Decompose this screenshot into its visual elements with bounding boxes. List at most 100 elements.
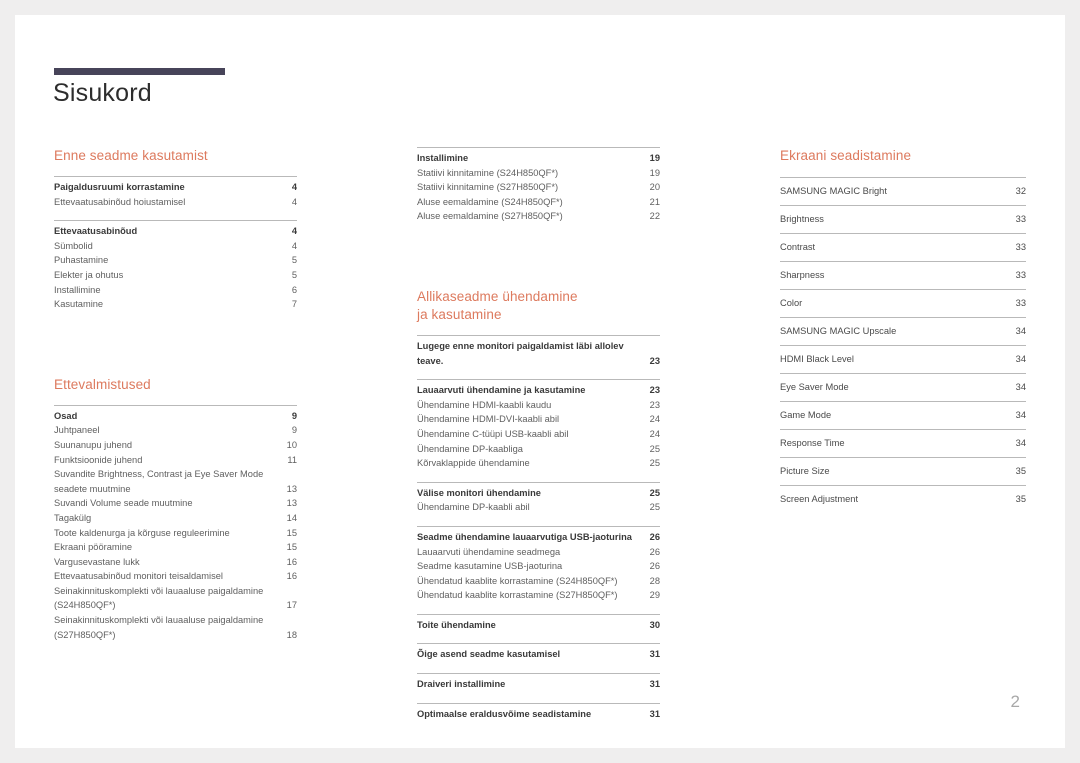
toc-entry[interactable]: Sharpness 33 [780,261,1026,289]
toc-entry[interactable]: Color 33 [780,289,1026,317]
toc-entry[interactable]: Picture Size 35 [780,457,1026,485]
toc-entry[interactable]: Aluse eemaldamine (S27H850QF*) 22 [417,209,660,224]
toc-entry[interactable]: Ettevaatusabinõud hoiustamisel 4 [54,195,297,210]
toc-entry-label: Suvandite Brightness, Contrast ja Eye Sa… [54,469,264,494]
toc-entry-label: Contrast [780,242,816,252]
toc-entry[interactable]: HDMI Black Level 34 [780,345,1026,373]
toc-entry[interactable]: Response Time 34 [780,429,1026,457]
toc-entry-label: Lauaarvuti ühendamine seadmega [417,546,561,557]
toc-entry[interactable]: Ühendamine HDMI-DVI-kaabli abil 24 [417,412,660,427]
toc-entry-page: 15 [286,542,297,553]
toc-entry-page: 32 [1015,186,1026,196]
toc-entry-label: Installimine [417,153,469,163]
page-number: 2 [1010,692,1020,711]
toc-entry-page: 30 [649,619,660,630]
toc-entry[interactable]: Elekter ja ohutus 5 [54,268,297,283]
toc-entry[interactable]: Installimine 19 [417,151,660,166]
document-page: Sisukord Enne seadme kasutamist Paigaldus… [15,15,1065,748]
toc-entry[interactable]: Ühendamine C-tüüpi USB-kaabli abil 24 [417,427,660,442]
toc-entry[interactable]: Seinakinnituskomplekti või lauaaluse pai… [54,584,297,613]
toc-entry[interactable]: Ühendamine DP-kaabliga 25 [417,442,660,457]
toc-entry[interactable]: Ühendamine DP-kaabli abil 25 [417,500,660,515]
toc-entry[interactable]: Puhastamine 5 [54,253,297,268]
toc-entry-page: 5 [291,269,297,280]
toc-entry[interactable]: Ettevaatusabinõud 4 [54,224,297,239]
toc-entry-label: Draiveri installimine [417,679,506,690]
toc-entry[interactable]: Osad 9 [54,409,297,424]
toc-entry[interactable]: Eye Saver Mode 34 [780,373,1026,401]
toc-entry[interactable]: Seinakinnituskomplekti või lauaaluse pai… [54,613,297,642]
toc-entry-label: Color [780,298,803,308]
toc-entry[interactable]: Lauaarvuti ühendamine ja kasutamine 23 [417,383,660,398]
toc-entry-page: 29 [649,590,660,601]
toc-entry-label: Ettevaatusabinõud monitori teisaldamisel [54,571,223,582]
toc-entry[interactable]: Kasutamine 7 [54,297,297,312]
toc-entry[interactable]: Kõrvaklappide ühendamine 25 [417,456,660,471]
toc-entry-page: 19 [649,167,660,178]
toc-entry-label: SAMSUNG MAGIC Upscale [780,326,897,336]
toc-entry[interactable]: Ekraani pööramine 15 [54,540,297,555]
section-heading: Enne seadme kasutamist [54,148,208,163]
toc-entry[interactable]: Suvandi Volume seade muutmine 13 [54,496,297,511]
toc-entry-page: 31 [649,649,660,660]
toc-group: Lugege enne monitori paigaldamist läbi a… [417,334,660,368]
toc-entry-label: Brightness [780,214,824,224]
toc-entry-page: 26 [649,531,660,542]
toc-entry-page: 11 [287,454,297,465]
toc-entry-page: 33 [1015,242,1026,252]
toc-entry[interactable]: Tagakülg 14 [54,511,297,526]
toc-entry[interactable]: SAMSUNG MAGIC Bright 32 [780,177,1026,205]
toc-entry[interactable]: SAMSUNG MAGIC Upscale 34 [780,317,1026,345]
toc-column-2: Installimine 19 Statiivi kinnitamine (S24H… [417,147,660,732]
toc-entry[interactable]: Vargusevastane lukk 16 [54,555,297,570]
toc-entry-label: Ühendamine C-tüüpi USB-kaabli abil [417,428,569,439]
toc-entry[interactable]: Toote kaldenurga ja kõrguse reguleerimin… [54,526,297,541]
toc-entry[interactable]: Screen Adjustment 35 [780,485,1026,513]
toc-group: Õige asend seadme kasutamisel 31 [417,643,660,662]
toc-entry[interactable]: Juhtpaneel 9 [54,423,297,438]
toc-entry[interactable]: Suvandite Brightness, Contrast ja Eye Sa… [54,467,297,496]
toc-entry-label: Ettevaatusabinõud hoiustamisel [54,196,186,207]
toc-entry[interactable]: Aluse eemaldamine (S24H850QF*) 21 [417,195,660,210]
toc-entry-page: 34 [1015,354,1026,364]
toc-entry[interactable]: Ettevaatusabinõud monitori teisaldamisel… [54,569,297,584]
toc-entry-label: Vargusevastane lukk [54,556,140,567]
toc-entry-label: Statiivi kinnitamine (S24H850QF*) [417,167,559,178]
toc-entry[interactable]: Toite ühendamine 30 [417,618,660,633]
toc-entry[interactable]: Draiveri installimine 31 [417,677,660,692]
toc-entry[interactable]: Ühendamine HDMI-kaabli kaudu 23 [417,398,660,413]
toc-entry[interactable]: Statiivi kinnitamine (S27H850QF*) 20 [417,180,660,195]
toc-entry[interactable]: Välise monitori ühendamine 25 [417,486,660,501]
toc-entry[interactable]: Funktsioonide juhend 11 [54,453,297,468]
toc-entry[interactable]: Ühendatud kaablite korrastamine (S27H850… [417,588,660,603]
toc-entry-page: 22 [649,211,660,222]
toc-entry-page: 33 [1015,270,1026,280]
toc-entry-page: 25 [649,502,660,513]
toc-entry[interactable]: Suunanupu juhend 10 [54,438,297,453]
toc-entry-label: Sharpness [780,270,825,280]
toc-entry-page: 24 [649,414,660,425]
toc-entry[interactable]: Contrast 33 [780,233,1026,261]
toc-entry-page: 20 [649,182,660,193]
toc-entry[interactable]: Optimaalse eraldusvõime seadistamine 31 [417,707,660,722]
toc-entry[interactable]: Paigaldusruumi korrastamine 4 [54,180,297,195]
toc-entry-page: 6 [291,284,297,295]
toc-entry[interactable]: Statiivi kinnitamine (S24H850QF*) 19 [417,166,660,181]
toc-entry[interactable]: Game Mode 34 [780,401,1026,429]
toc-entry-label: Suvandi Volume seade muutmine [54,498,193,509]
toc-entry[interactable]: Seadme kasutamine USB-jaoturina 26 [417,559,660,574]
toc-entry[interactable]: Brightness 33 [780,205,1026,233]
toc-entry[interactable]: Ühendatud kaablite korrastamine (S24H850… [417,574,660,589]
toc-entry[interactable]: Installimine 6 [54,283,297,298]
toc-entry[interactable]: Lugege enne monitori paigaldamist läbi a… [417,339,660,368]
toc-entry-page: 15 [286,527,297,538]
toc-entry[interactable]: Lauaarvuti ühendamine seadmega 26 [417,545,660,560]
toc-entry-label: Kõrvaklappide ühendamine [417,458,530,469]
toc-entry[interactable]: Õige asend seadme kasutamisel 31 [417,647,660,662]
toc-entry[interactable]: Seadme ühendamine lauaarvutiga USB-jaotu… [417,530,660,545]
toc-group: Draiveri installimine 31 [417,673,660,692]
toc-entry[interactable]: Sümbolid 4 [54,239,297,254]
toc-entry-label: Statiivi kinnitamine (S27H850QF*) [417,182,559,193]
toc-entry-page: 35 [1015,466,1026,476]
